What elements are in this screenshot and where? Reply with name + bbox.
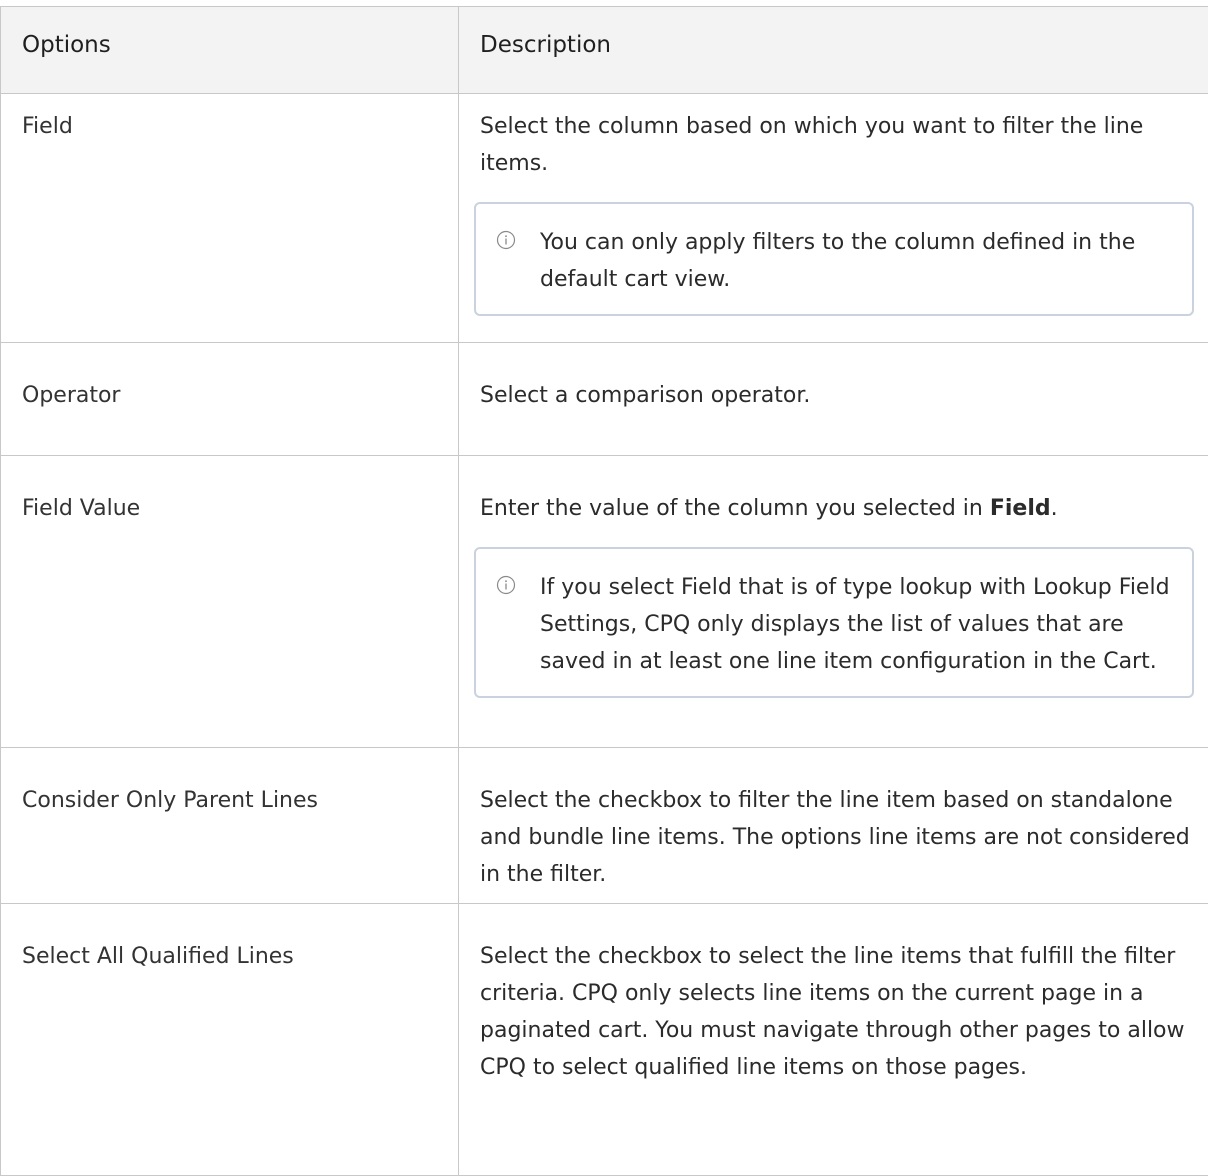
description-prefix: Enter the value of the column you select… bbox=[480, 496, 990, 521]
table-row-qualified-lines: Select All Qualified Lines Select the ch… bbox=[1, 904, 1208, 1176]
option-name: Field Value bbox=[1, 456, 459, 748]
table-header-row: Options Description bbox=[1, 7, 1208, 94]
table-row-operator: Operator Select a comparison operator. bbox=[1, 343, 1208, 456]
description-bold-term: Field bbox=[990, 496, 1051, 521]
option-name: Field bbox=[1, 94, 459, 343]
option-name: Operator bbox=[1, 343, 459, 456]
info-circle-icon bbox=[496, 230, 516, 250]
table-row-parent-lines: Consider Only Parent Lines Select the ch… bbox=[1, 748, 1208, 904]
info-note: If you select Field that is of type look… bbox=[474, 547, 1194, 698]
info-circle-icon bbox=[496, 575, 516, 595]
option-description-cell: Enter the value of the column you select… bbox=[459, 456, 1208, 748]
option-description-cell: Select the column based on which you wan… bbox=[459, 94, 1208, 343]
option-description: Select the column based on which you wan… bbox=[480, 108, 1198, 182]
option-description: Select the checkbox to select the line i… bbox=[459, 904, 1208, 1176]
info-note: You can only apply filters to the column… bbox=[474, 202, 1194, 316]
option-description: Select a comparison operator. bbox=[459, 343, 1208, 456]
note-text: You can only apply filters to the column… bbox=[540, 230, 1135, 292]
option-description: Select the checkbox to filter the line i… bbox=[459, 748, 1208, 904]
note-text: If you select Field that is of type look… bbox=[540, 575, 1170, 674]
table-row-field-value: Field Value Enter the value of the colum… bbox=[1, 456, 1208, 748]
option-description: Enter the value of the column you select… bbox=[480, 490, 1198, 527]
header-options: Options bbox=[1, 7, 459, 94]
option-name: Select All Qualified Lines bbox=[1, 904, 459, 1176]
header-description: Description bbox=[459, 7, 1208, 94]
table-row-field: Field Select the column based on which y… bbox=[1, 94, 1208, 343]
options-table: Options Description Field Select the col… bbox=[0, 6, 1208, 1176]
description-suffix: . bbox=[1051, 496, 1058, 521]
option-name: Consider Only Parent Lines bbox=[1, 748, 459, 904]
